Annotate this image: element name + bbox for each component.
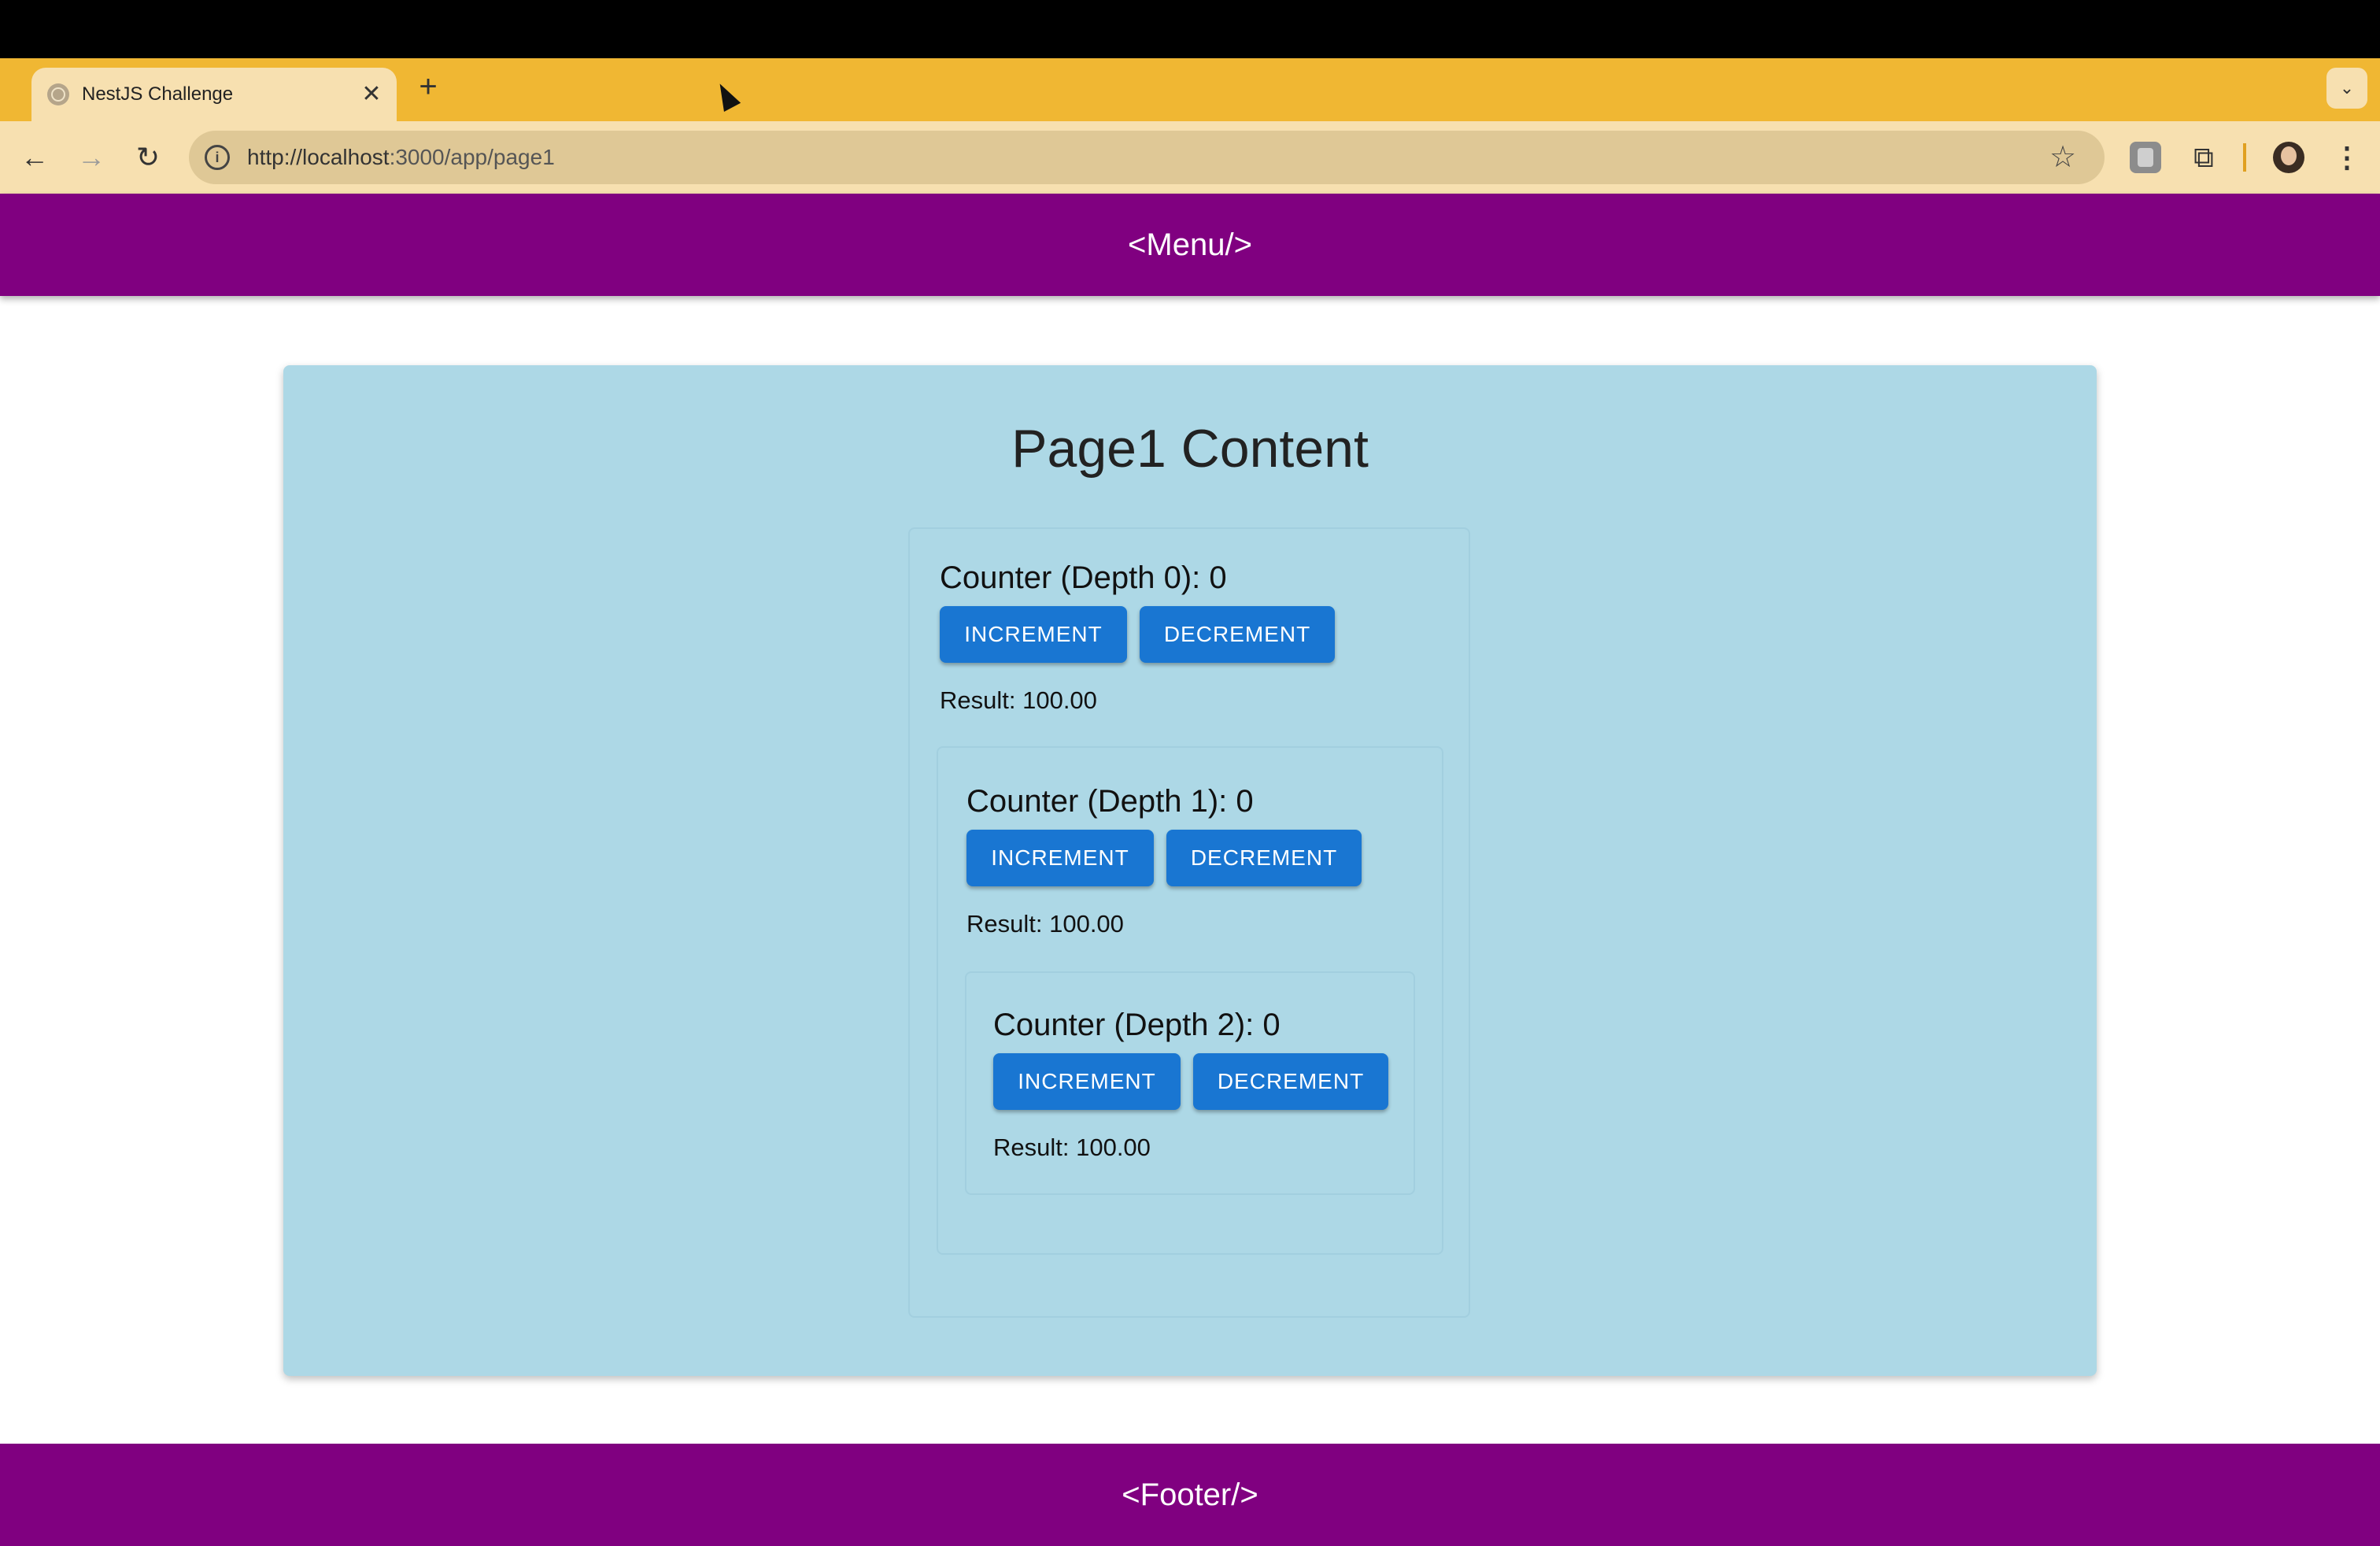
extensions-puzzle-icon[interactable]: ⧉ <box>2188 142 2219 173</box>
menu-label: <Menu/> <box>1128 227 1252 262</box>
tab-strip: NestJS Challenge ✕ <box>0 58 2380 121</box>
increment-button[interactable]: INCREMENT <box>993 1053 1181 1110</box>
browser-tab[interactable]: NestJS Challenge ✕ <box>31 68 397 121</box>
tab-search-button[interactable]: ⌄ <box>2326 68 2367 109</box>
footer-label: <Footer/> <box>1122 1477 1258 1512</box>
decrement-button[interactable]: DECREMENT <box>1166 830 1362 886</box>
counter-box-depth-0: Counter (Depth 0): 0 INCREMENT DECREMENT… <box>908 527 1470 1318</box>
profile-avatar[interactable] <box>2273 142 2304 173</box>
counter-result: Result: 100.00 <box>993 1134 1151 1161</box>
counter-title: Counter (Depth 2): 0 <box>993 1008 1281 1042</box>
increment-button[interactable]: INCREMENT <box>940 606 1127 663</box>
url-host: http://localhost <box>247 145 390 169</box>
site-info-icon[interactable]: i <box>205 145 230 170</box>
toolbar-divider <box>2243 143 2246 172</box>
browser-menu-icon[interactable]: ⋮ <box>2331 140 2363 175</box>
decrement-button[interactable]: DECREMENT <box>1140 606 1335 663</box>
decrement-button[interactable]: DECREMENT <box>1193 1053 1388 1110</box>
increment-button[interactable]: INCREMENT <box>966 830 1154 886</box>
counter-box-depth-1: Counter (Depth 1): 0 INCREMENT DECREMENT… <box>937 746 1443 1255</box>
forward-button[interactable]: → <box>74 140 109 175</box>
counter-result: Result: 100.00 <box>966 910 1124 938</box>
os-top-bar <box>0 0 2380 58</box>
bookmark-star-icon[interactable]: ☆ <box>2049 142 2076 173</box>
back-button[interactable]: ← <box>17 140 52 175</box>
url-path: :3000/app/page1 <box>389 145 555 169</box>
page-title: Page1 Content <box>1011 419 1369 479</box>
tab-title: NestJS Challenge <box>82 83 234 105</box>
counter-title: Counter (Depth 0): 0 <box>940 560 1227 595</box>
extension-icon[interactable] <box>2130 142 2161 173</box>
counter-title: Counter (Depth 1): 0 <box>966 784 1254 819</box>
url-text[interactable]: http://localhost:3000/app/page1 <box>247 145 555 170</box>
globe-icon <box>47 83 69 105</box>
menu-header: <Menu/> <box>0 194 2380 296</box>
reload-button[interactable]: ↻ <box>131 140 165 175</box>
address-bar[interactable]: i http://localhost:3000/app/page1 ☆ <box>189 131 2105 184</box>
close-icon[interactable]: ✕ <box>357 80 386 109</box>
counter-result: Result: 100.00 <box>940 686 1097 714</box>
page-footer: <Footer/> <box>0 1444 2380 1546</box>
page-content-card: Page1 Content Counter (Depth 0): 0 INCRE… <box>283 365 2097 1376</box>
new-tab-button[interactable]: + <box>412 71 444 102</box>
counter-box-depth-2: Counter (Depth 2): 0 INCREMENT DECREMENT… <box>965 971 1415 1195</box>
